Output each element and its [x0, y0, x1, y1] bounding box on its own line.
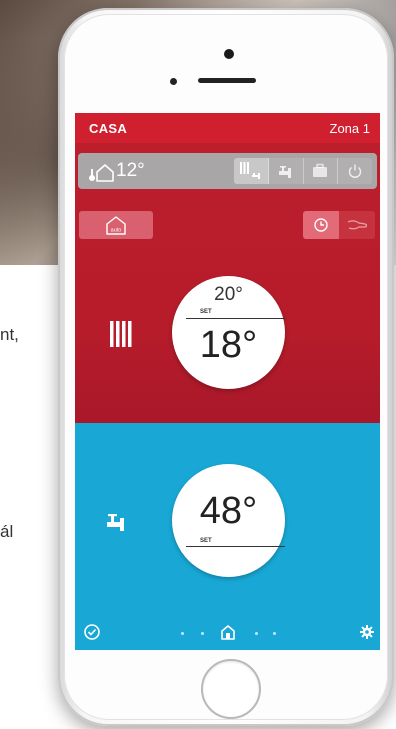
bottom-navigation [75, 613, 380, 650]
auto-label: auto [111, 228, 122, 234]
mode-water-only[interactable] [268, 158, 304, 184]
front-camera [224, 49, 234, 59]
check-circle-icon[interactable] [83, 623, 101, 641]
dial-divider [186, 546, 285, 547]
page-indicator-dot[interactable] [255, 632, 258, 635]
heating-panel: CASA Zona 1 12° auto 20° SET 18° [75, 113, 380, 423]
hot-water-set-label: SET [200, 538, 212, 544]
heating-temperature-dial[interactable]: 20° SET 18° [172, 276, 285, 389]
power-icon [349, 164, 362, 178]
heating-current-temperature: 18° [199, 324, 258, 366]
outdoor-info-bar: 12° [78, 153, 377, 189]
page-indicator-dot[interactable] [273, 632, 276, 635]
outdoor-thermometer-house-icon [89, 164, 114, 182]
mode-heating-water[interactable] [234, 158, 269, 184]
hand-icon [347, 220, 368, 230]
background-text-fragment: ál [0, 522, 14, 541]
mode-off[interactable] [338, 158, 372, 184]
heating-set-temperature: 20° [214, 284, 243, 305]
auto-mode-button[interactable]: auto [79, 211, 153, 239]
hot-water-temperature-dial[interactable]: 48° SET [172, 464, 285, 577]
control-row: auto [75, 211, 380, 243]
schedule-manual-button[interactable] [339, 211, 375, 239]
heating-set-label: SET [200, 309, 212, 315]
radiator-icon [110, 321, 132, 347]
header-bar: CASA Zona 1 [75, 113, 380, 143]
earpiece-speaker [198, 78, 256, 83]
background-text-fragment: nt, [0, 325, 19, 344]
suitcase-icon [313, 163, 328, 177]
app-title: CASA [89, 121, 128, 136]
hot-water-temperature: 48° [199, 490, 258, 532]
tap-icon [107, 514, 124, 531]
zone-selector[interactable]: Zona 1 [330, 121, 370, 136]
outdoor-temperature: 12° [116, 160, 145, 181]
mode-selector [234, 158, 372, 184]
home-icon[interactable] [220, 624, 236, 640]
dial-divider [186, 318, 285, 319]
home-button[interactable] [201, 659, 261, 719]
mode-holiday[interactable] [303, 158, 339, 184]
radiator-tap-icon [239, 162, 260, 179]
schedule-program-button[interactable] [303, 211, 339, 239]
app-screen: CASA Zona 1 12° auto 20° SET 18° 48° SET [75, 113, 380, 650]
tap-icon [278, 166, 291, 178]
gear-icon[interactable] [360, 625, 374, 639]
proximity-sensor [170, 78, 177, 85]
clock-icon [314, 218, 328, 232]
page-indicator-dot[interactable] [181, 632, 184, 635]
schedule-toggle [303, 211, 375, 239]
house-auto-icon: auto [106, 216, 126, 235]
page-indicator-dot[interactable] [201, 632, 204, 635]
